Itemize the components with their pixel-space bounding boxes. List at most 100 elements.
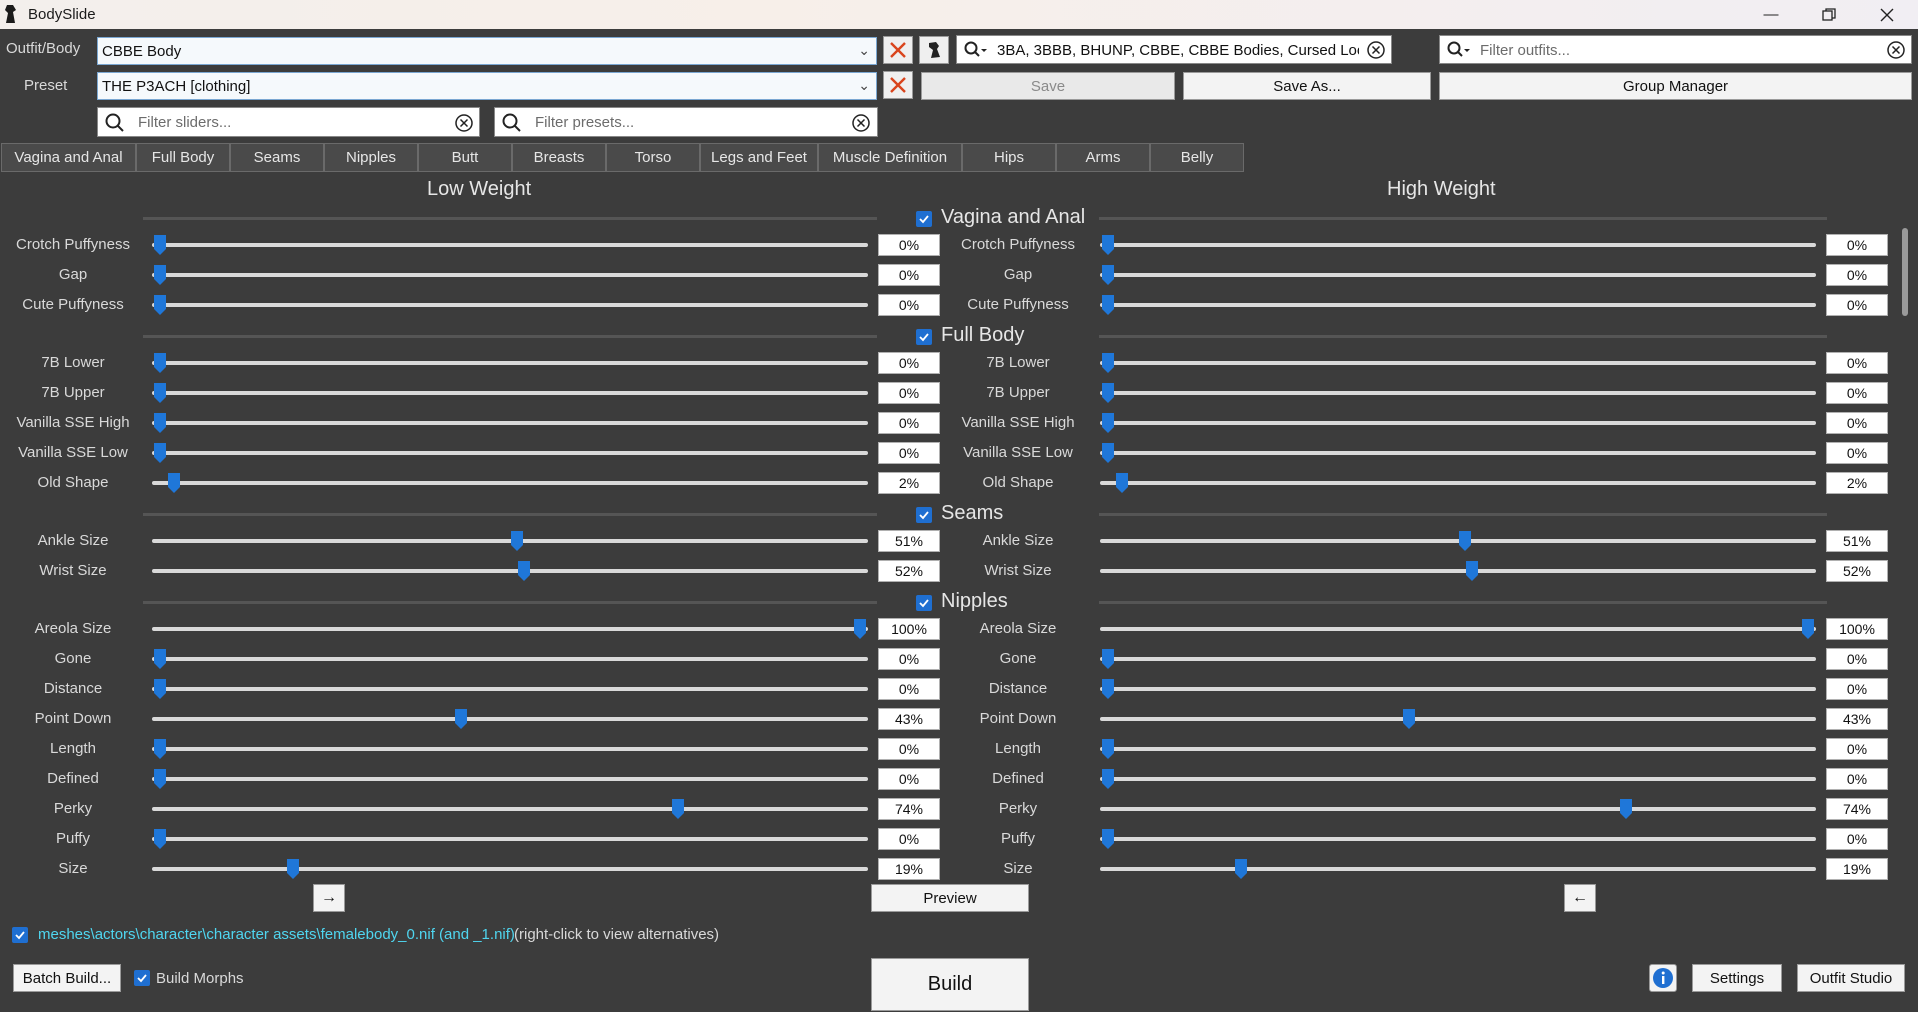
slider-track-low[interactable] — [152, 421, 868, 425]
slider-track-high[interactable] — [1100, 867, 1816, 871]
tab-vagina-and-anal[interactable]: Vagina and Anal — [1, 143, 136, 172]
slider-value-low[interactable]: 19% — [878, 858, 940, 880]
slider-thumb-high[interactable] — [1101, 382, 1115, 404]
slider-thumb-high[interactable] — [1101, 648, 1115, 670]
slider-thumb-low[interactable] — [153, 738, 167, 760]
slider-track-low[interactable] — [152, 837, 868, 841]
slider-value-low[interactable]: 43% — [878, 708, 940, 730]
group-filter-input[interactable]: 3BA, 3BBB, BHUNP, CBBE, CBBE Bodies, Cur… — [956, 35, 1392, 64]
slider-value-low[interactable]: 0% — [878, 294, 940, 316]
preset-combo[interactable]: THE P3ACH [clothing] ⌄ — [97, 72, 877, 100]
slider-thumb-high[interactable] — [1458, 530, 1472, 552]
clear-circle-icon[interactable] — [851, 113, 871, 133]
slider-thumb-low[interactable] — [454, 708, 468, 730]
slider-value-low[interactable]: 52% — [878, 560, 940, 582]
slider-track-low[interactable] — [152, 777, 868, 781]
slider-thumb-high[interactable] — [1801, 618, 1815, 640]
slider-track-high[interactable] — [1100, 569, 1816, 573]
slider-thumb-low[interactable] — [153, 294, 167, 316]
slider-track-high[interactable] — [1100, 657, 1816, 661]
save-button[interactable]: Save — [921, 72, 1175, 100]
slider-track-low[interactable] — [152, 627, 868, 631]
output-path[interactable]: meshes\actors\character\character assets… — [38, 926, 515, 943]
slider-value-high[interactable]: 0% — [1826, 442, 1888, 464]
slider-track-low[interactable] — [152, 361, 868, 365]
slider-track-high[interactable] — [1100, 747, 1816, 751]
slider-value-low[interactable]: 0% — [878, 264, 940, 286]
slider-value-high[interactable]: 0% — [1826, 352, 1888, 374]
group-checkbox[interactable] — [916, 595, 932, 611]
slider-value-high[interactable]: 43% — [1826, 708, 1888, 730]
tab-butt[interactable]: Butt — [418, 143, 512, 172]
slider-track-high[interactable] — [1100, 391, 1816, 395]
slider-thumb-low[interactable] — [286, 858, 300, 880]
group-filter-button[interactable] — [919, 36, 949, 64]
slider-value-low[interactable]: 0% — [878, 234, 940, 256]
slider-thumb-low[interactable] — [153, 648, 167, 670]
slider-value-high[interactable]: 74% — [1826, 798, 1888, 820]
slider-thumb-low[interactable] — [153, 234, 167, 256]
slider-thumb-high[interactable] — [1101, 442, 1115, 464]
slider-value-high[interactable]: 0% — [1826, 648, 1888, 670]
slider-value-high[interactable]: 51% — [1826, 530, 1888, 552]
slider-track-high[interactable] — [1100, 717, 1816, 721]
tab-nipples[interactable]: Nipples — [324, 143, 418, 172]
slider-track-low[interactable] — [152, 481, 868, 485]
slider-thumb-high[interactable] — [1101, 828, 1115, 850]
slider-track-high[interactable] — [1100, 243, 1816, 247]
slider-scrollbar[interactable] — [1896, 210, 1914, 878]
slider-track-low[interactable] — [152, 391, 868, 395]
copy-high-to-low-button[interactable]: ← — [1564, 884, 1596, 912]
clear-circle-icon[interactable] — [454, 113, 474, 133]
slider-value-low[interactable]: 0% — [878, 442, 940, 464]
tab-arms[interactable]: Arms — [1056, 143, 1150, 172]
slider-value-high[interactable]: 0% — [1826, 678, 1888, 700]
slider-value-high[interactable]: 100% — [1826, 618, 1888, 640]
slider-value-low[interactable]: 0% — [878, 828, 940, 850]
slider-thumb-low[interactable] — [167, 472, 181, 494]
slider-track-high[interactable] — [1100, 361, 1816, 365]
tab-belly[interactable]: Belly — [1150, 143, 1244, 172]
group-checkbox[interactable] — [916, 329, 932, 345]
slider-value-low[interactable]: 0% — [878, 768, 940, 790]
slider-thumb-low[interactable] — [517, 560, 531, 582]
output-path-checkbox[interactable] — [12, 927, 28, 943]
group-checkbox[interactable] — [916, 211, 932, 227]
slider-value-high[interactable]: 0% — [1826, 382, 1888, 404]
slider-thumb-high[interactable] — [1101, 352, 1115, 374]
slider-track-high[interactable] — [1100, 451, 1816, 455]
slider-thumb-high[interactable] — [1101, 412, 1115, 434]
slider-value-high[interactable]: 0% — [1826, 768, 1888, 790]
clear-outfit-button[interactable] — [883, 36, 913, 64]
slider-value-low[interactable]: 100% — [878, 618, 940, 640]
tab-torso[interactable]: Torso — [606, 143, 700, 172]
slider-value-high[interactable]: 0% — [1826, 412, 1888, 434]
slider-track-low[interactable] — [152, 569, 868, 573]
outfit-studio-button[interactable]: Outfit Studio — [1797, 964, 1905, 992]
slider-thumb-high[interactable] — [1465, 560, 1479, 582]
slider-thumb-high[interactable] — [1101, 768, 1115, 790]
slider-thumb-high[interactable] — [1101, 264, 1115, 286]
slider-thumb-low[interactable] — [153, 264, 167, 286]
slider-thumb-high[interactable] — [1619, 798, 1633, 820]
outfit-combo[interactable]: CBBE Body ⌄ — [97, 37, 877, 65]
tab-muscle-definition[interactable]: Muscle Definition — [818, 143, 962, 172]
slider-track-low[interactable] — [152, 243, 868, 247]
slider-thumb-high[interactable] — [1101, 678, 1115, 700]
slider-value-high[interactable]: 19% — [1826, 858, 1888, 880]
slider-track-low[interactable] — [152, 687, 868, 691]
slider-thumb-low[interactable] — [153, 828, 167, 850]
slider-value-low[interactable]: 0% — [878, 738, 940, 760]
slider-track-low[interactable] — [152, 807, 868, 811]
slider-track-low[interactable] — [152, 717, 868, 721]
slider-filter-input[interactable]: Filter sliders... — [97, 107, 480, 137]
slider-track-high[interactable] — [1100, 627, 1816, 631]
slider-value-high[interactable]: 0% — [1826, 294, 1888, 316]
build-morphs-checkbox[interactable] — [134, 970, 150, 986]
slider-value-high[interactable]: 2% — [1826, 472, 1888, 494]
slider-value-low[interactable]: 0% — [878, 382, 940, 404]
slider-thumb-low[interactable] — [153, 442, 167, 464]
slider-value-high[interactable]: 0% — [1826, 264, 1888, 286]
slider-track-high[interactable] — [1100, 303, 1816, 307]
slider-track-high[interactable] — [1100, 273, 1816, 277]
